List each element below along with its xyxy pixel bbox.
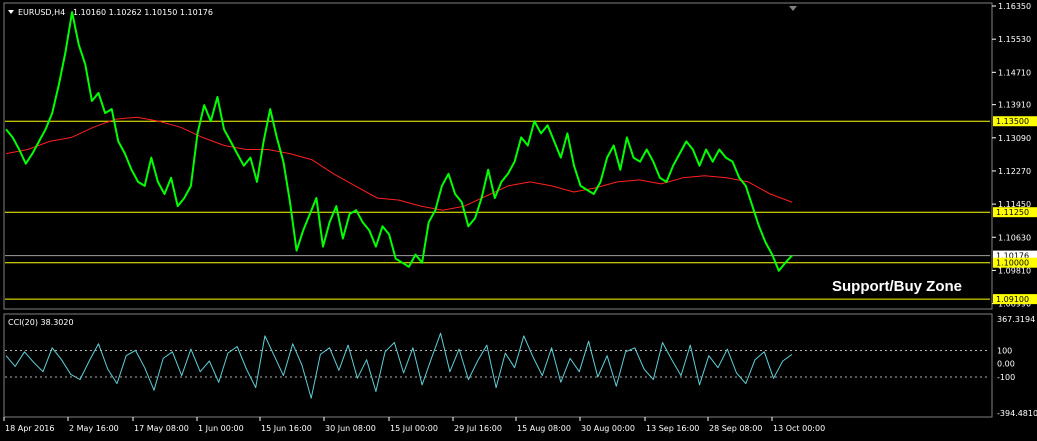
x-tick-label: 18 Apr 2016 bbox=[5, 424, 54, 433]
cci-tick-label: 100 bbox=[997, 346, 1012, 355]
price-axis: 1.16350 1.15530 1.14710 1.13910 1.13090 1.122… bbox=[992, 2, 1037, 309]
time-axis: 18 Apr 2016 2 May 16:00 17 May 08:00 1 Jun … bbox=[3, 417, 825, 433]
x-tick-label: 30 Aug 00:00 bbox=[581, 424, 635, 433]
y-tick-label: 1.12270 bbox=[998, 167, 1031, 176]
price-line bbox=[5, 11, 793, 272]
cci-tick-label: 367.3194 bbox=[997, 315, 1035, 324]
cci-title: CCI(20) 38.3020 bbox=[8, 318, 74, 327]
x-tick-label: 30 Jun 08:00 bbox=[325, 424, 376, 433]
scroll-marker-icon[interactable] bbox=[789, 6, 797, 11]
x-tick-label: 13 Sep 16:00 bbox=[646, 424, 699, 433]
y-tick-label: 1.15530 bbox=[998, 35, 1031, 44]
x-tick-label: 29 Jul 16:00 bbox=[454, 424, 502, 433]
price-series-group bbox=[5, 11, 793, 272]
x-tick-label: 13 Oct 00:00 bbox=[773, 424, 825, 433]
trading-chart[interactable]: EURUSD,H4 1.10160 1.10262 1.10150 1.1017… bbox=[0, 0, 1037, 441]
y-tick-label: 1.14710 bbox=[998, 68, 1031, 77]
x-tick-label: 17 May 08:00 bbox=[134, 424, 189, 433]
level-label-2: 1.10000 bbox=[996, 259, 1029, 268]
x-tick-label: 15 Aug 08:00 bbox=[517, 424, 571, 433]
level-label-3: 1.09100 bbox=[996, 295, 1029, 304]
x-tick-label: 15 Jul 00:00 bbox=[390, 424, 438, 433]
y-tick-label: 1.10630 bbox=[998, 233, 1031, 242]
horizontal-levels[interactable] bbox=[5, 120, 990, 300]
y-tick-label: 1.13090 bbox=[998, 134, 1031, 143]
cci-panel: 367.3194 100 0.00 -100 -394.4810 bbox=[5, 315, 1037, 418]
y-tick-label: 1.13910 bbox=[998, 101, 1031, 110]
x-tick-label: 28 Sep 08:00 bbox=[709, 424, 762, 433]
ohlc-readout: 1.10160 1.10262 1.10150 1.10176 bbox=[73, 8, 213, 17]
cci-panel-frame bbox=[3, 313, 993, 418]
cci-tick-label: 0.00 bbox=[997, 360, 1015, 369]
x-tick-label: 15 Jun 16:00 bbox=[261, 424, 312, 433]
x-tick-label: 1 Jun 00:00 bbox=[198, 424, 244, 433]
y-tick-label: 1.16350 bbox=[998, 2, 1031, 11]
cci-tick-label: -100 bbox=[997, 373, 1015, 382]
support-buy-zone-annotation: Support/Buy Zone bbox=[832, 278, 962, 295]
y-tick-label: 1.09810 bbox=[998, 266, 1031, 275]
dropdown-triangle-icon[interactable] bbox=[8, 10, 14, 14]
level-label-0: 1.13500 bbox=[996, 117, 1029, 126]
x-tick-label: 2 May 16:00 bbox=[69, 424, 119, 433]
cci-tick-label: -394.4810 bbox=[997, 409, 1037, 418]
cci-line bbox=[5, 332, 793, 399]
symbol-label: EURUSD,H4 bbox=[18, 8, 65, 17]
level-label-1: 1.11250 bbox=[996, 208, 1029, 217]
